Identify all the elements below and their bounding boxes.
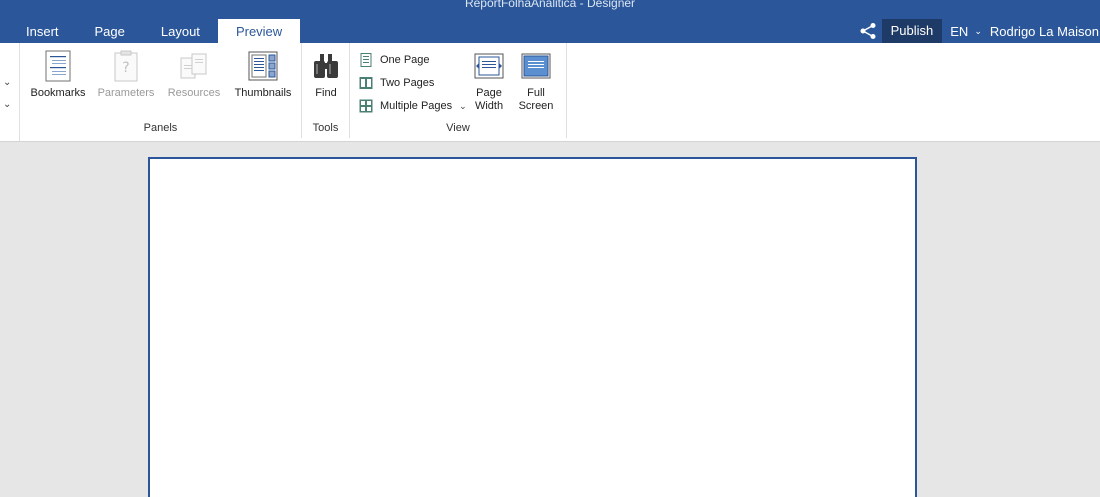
two-pages-label: Two Pages [380, 77, 435, 89]
full-screen-label: Full Screen [519, 87, 554, 113]
bookmarks-label: Bookmarks [30, 87, 86, 99]
resources-label: Resources [167, 87, 221, 99]
one-page-icon [360, 53, 372, 67]
two-pages-button[interactable]: Two Pages [359, 76, 434, 90]
group-view: One Page Two Pages Multiple Pages ⌄ Page… [350, 43, 567, 138]
publish-button[interactable]: Publish [881, 19, 943, 43]
header-controls: Publish EN ⌄ Rodrigo La Maison [856, 19, 1100, 43]
chevron-down-icon: ⌄ [459, 100, 467, 111]
title-bar: ReportFolhaAnalitica - Designer Insert P… [0, 0, 1100, 43]
one-page-label: One Page [380, 54, 430, 66]
group-tools: Find Tools [302, 43, 350, 138]
full-screen-label-line2: Screen [518, 100, 554, 112]
tab-page[interactable]: Page [77, 19, 143, 43]
resources-button[interactable]: Resources [164, 49, 224, 100]
resources-icon [177, 49, 211, 83]
bookmarks-button[interactable]: Bookmarks [30, 49, 86, 100]
full-screen-icon [519, 49, 553, 83]
group-label-view: View [446, 122, 470, 134]
language-selector[interactable]: EN ⌄ [948, 24, 990, 39]
thumbnails-button[interactable]: Thumbnails [232, 49, 294, 100]
tab-preview[interactable]: Preview [217, 19, 301, 43]
window-title: ReportFolhaAnalitica - Designer [464, 0, 636, 10]
group-label-tools: Tools [312, 122, 339, 134]
parameters-label: Parameters [97, 87, 155, 99]
page-width-label: Page Width [475, 87, 503, 113]
page-width-button[interactable]: Page Width [470, 49, 508, 113]
one-page-button[interactable]: One Page [359, 53, 430, 67]
multiple-pages-label: Multiple Pages [380, 100, 453, 112]
find-button[interactable]: Find [308, 49, 344, 100]
ribbon: ⌄ ⌄ Bookmarks ? Parameters Resources Thu… [0, 43, 1100, 142]
ribbon-tabs: Insert Page Layout Preview [8, 19, 301, 43]
multiple-pages-button[interactable]: Multiple Pages ⌄ [359, 99, 467, 113]
binoculars-icon [309, 49, 343, 83]
full-screen-button[interactable]: Full Screen [516, 49, 556, 113]
report-page[interactable] [148, 157, 917, 497]
full-screen-label-line1: Full [527, 87, 545, 99]
ribbon-collapse: ⌄ ⌄ [0, 43, 20, 141]
two-pages-icon [359, 77, 373, 89]
thumbnails-icon [246, 49, 280, 83]
group-label-panels: Panels [143, 122, 178, 134]
tab-layout[interactable]: Layout [143, 19, 218, 43]
find-label: Find [315, 87, 337, 99]
chevron-down-icon[interactable]: ⌄ [3, 99, 11, 110]
chevron-down-icon[interactable]: ⌄ [3, 77, 11, 88]
bookmarks-icon [41, 49, 75, 83]
svg-text:?: ? [122, 60, 129, 76]
user-name[interactable]: Rodrigo La Maison [990, 24, 1100, 39]
parameters-button[interactable]: ? Parameters [96, 49, 156, 100]
share-icon[interactable] [856, 19, 880, 43]
parameters-icon: ? [109, 49, 143, 83]
page-width-label-line1: Page [476, 87, 502, 99]
language-label: EN [950, 23, 969, 39]
tab-insert[interactable]: Insert [8, 19, 77, 43]
chevron-down-icon: ⌄ [974, 25, 982, 36]
thumbnails-label: Thumbnails [234, 87, 292, 99]
page-width-icon [472, 49, 506, 83]
group-panels: Bookmarks ? Parameters Resources Thumbna… [20, 43, 302, 138]
page-width-label-line2: Width [474, 100, 504, 112]
preview-workspace[interactable] [0, 142, 1100, 497]
multiple-pages-icon [359, 99, 373, 113]
